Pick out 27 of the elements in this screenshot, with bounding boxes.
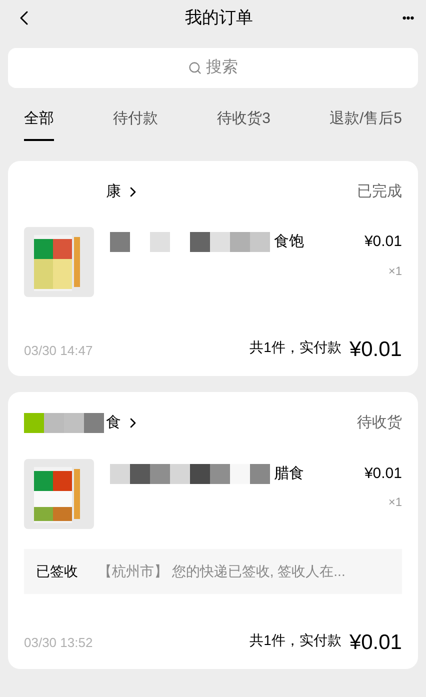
tab[interactable]: 退款/售后5 [329,108,402,140]
shop-name[interactable]: 康 [106,180,121,203]
product-price: ¥0.01 [364,464,402,484]
shop-name[interactable]: 食 [106,412,121,434]
search-icon [188,61,202,75]
product-quantity: ×1 [388,494,402,511]
page-title: 我的订单 [185,7,254,30]
tracking-text: 【杭州市】 您的快递已签收, 签收人在... [98,562,346,580]
tracking-panel[interactable]: 已签收 【杭州市】 您的快递已签收, 签收人在... [24,548,402,594]
product-quantity: ×1 [388,262,402,280]
order-summary: 共1件，实付款 [250,338,342,357]
product-title[interactable]: 腊食 [274,462,304,485]
tab[interactable]: 待收货3 [217,108,270,140]
order-total: ¥0.01 [349,632,402,652]
order-summary: 共1件，实付款 [250,630,342,650]
order-total: ¥0.01 [349,339,402,360]
more-button[interactable]: ••• [402,9,414,27]
order-time: 03/30 13:52 [24,634,93,652]
tracking-state: 已签收 [36,562,78,580]
tab[interactable]: 全部 [24,108,54,140]
product-title[interactable]: 食饱 [274,231,304,254]
order-status: 已完成 [357,182,402,202]
tab[interactable]: 待付款 [113,108,158,140]
order-status: 待收货 [357,413,402,433]
product-price: ¥0.01 [364,232,402,252]
search-field[interactable]: 搜索 [8,48,418,88]
order-time: 03/30 14:47 [24,342,93,360]
